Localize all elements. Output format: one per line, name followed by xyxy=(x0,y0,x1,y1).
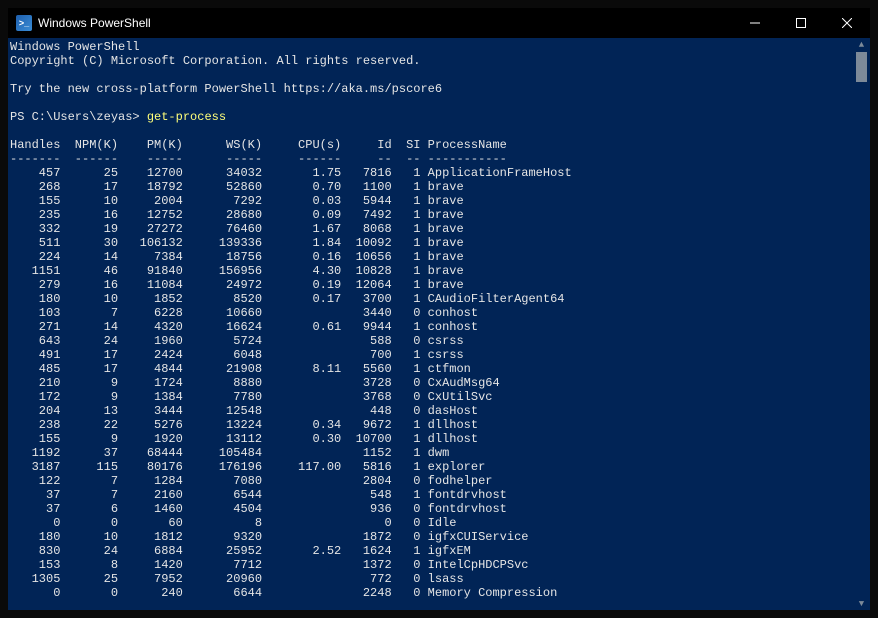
minimize-icon xyxy=(750,18,760,28)
minimize-button[interactable] xyxy=(732,8,778,38)
table-header: Handles NPM(K) PM(K) WS(K) CPU(s) Id SI … xyxy=(10,138,507,152)
table-row: 235 16 12752 28680 0.09 7492 1 brave xyxy=(10,208,464,222)
scrollbar[interactable]: ▲ ▼ xyxy=(853,38,870,610)
scroll-down-arrow-icon[interactable]: ▼ xyxy=(857,599,866,608)
window-controls xyxy=(732,8,870,38)
console-output[interactable]: Windows PowerShell Copyright (C) Microso… xyxy=(8,38,853,610)
close-icon xyxy=(842,18,852,28)
scroll-thumb[interactable] xyxy=(856,52,867,82)
table-row: 3187 115 80176 176196 117.00 5816 1 expl… xyxy=(10,460,485,474)
table-row: 268 17 18792 52860 0.70 1100 1 brave xyxy=(10,180,464,194)
powershell-window: >_ Windows PowerShell Windows PowerShell… xyxy=(8,8,870,610)
table-row: 485 17 4844 21908 8.11 5560 1 ctfmon xyxy=(10,362,471,376)
table-row: 155 9 1920 13112 0.30 10700 1 dllhost xyxy=(10,432,478,446)
table-row: 511 30 106132 139336 1.84 10092 1 brave xyxy=(10,236,464,250)
table-row: 180 10 1812 9320 1872 0 igfxCUIService xyxy=(10,530,528,544)
table-row: 224 14 7384 18756 0.16 10656 1 brave xyxy=(10,250,464,264)
table-row: 271 14 4320 16624 0.61 9944 1 conhost xyxy=(10,320,478,334)
command-text: get-process xyxy=(147,110,226,124)
table-row: 0 0 240 6644 2248 0 Memory Compression xyxy=(10,586,557,600)
table-row: 1151 46 91840 156956 4.30 10828 1 brave xyxy=(10,264,464,278)
table-row: 643 24 1960 5724 588 0 csrss xyxy=(10,334,464,348)
table-row: 279 16 11084 24972 0.19 12064 1 brave xyxy=(10,278,464,292)
maximize-button[interactable] xyxy=(778,8,824,38)
table-row: 37 7 2160 6544 548 1 fontdrvhost xyxy=(10,488,507,502)
table-row: 204 13 3444 12548 448 0 dasHost xyxy=(10,404,478,418)
table-row: 153 8 1420 7712 1372 0 IntelCpHDCPSvc xyxy=(10,558,528,572)
scroll-up-arrow-icon[interactable]: ▲ xyxy=(857,40,866,49)
close-button[interactable] xyxy=(824,8,870,38)
window-title: Windows PowerShell xyxy=(38,16,732,30)
table-row: 332 19 27272 76460 1.67 8068 1 brave xyxy=(10,222,464,236)
table-row: 172 9 1384 7780 3768 0 CxUtilSvc xyxy=(10,390,492,404)
app-icon: >_ xyxy=(16,15,32,31)
table-row: 830 24 6884 25952 2.52 1624 1 igfxEM xyxy=(10,544,471,558)
table-row: 491 17 2424 6048 700 1 csrss xyxy=(10,348,464,362)
maximize-icon xyxy=(796,18,806,28)
table-row: 37 6 1460 4504 936 0 fontdrvhost xyxy=(10,502,507,516)
table-row: 155 10 2004 7292 0.03 5944 1 brave xyxy=(10,194,464,208)
titlebar[interactable]: >_ Windows PowerShell xyxy=(8,8,870,38)
table-row: 180 10 1852 8520 0.17 3700 1 CAudioFilte… xyxy=(10,292,565,306)
table-row: 1305 25 7952 20960 772 0 lsass xyxy=(10,572,464,586)
table-row: 1192 37 68444 105484 1152 1 dwm xyxy=(10,446,449,460)
table-row: 122 7 1284 7080 2804 0 fodhelper xyxy=(10,474,492,488)
table-separator: ------- ------ ----- ----- ------ -- -- … xyxy=(10,152,507,166)
prompt: PS C:\Users\zeyas> xyxy=(10,110,147,124)
table-row: 0 0 60 8 0 0 Idle xyxy=(10,516,456,530)
table-row: 210 9 1724 8880 3728 0 CxAudMsg64 xyxy=(10,376,500,390)
table-row: 103 7 6228 10660 3440 0 conhost xyxy=(10,306,478,320)
console-area: Windows PowerShell Copyright (C) Microso… xyxy=(8,38,870,610)
table-row: 238 22 5276 13224 0.34 9672 1 dllhost xyxy=(10,418,478,432)
table-row: 457 25 12700 34032 1.75 7816 1 Applicati… xyxy=(10,166,572,180)
